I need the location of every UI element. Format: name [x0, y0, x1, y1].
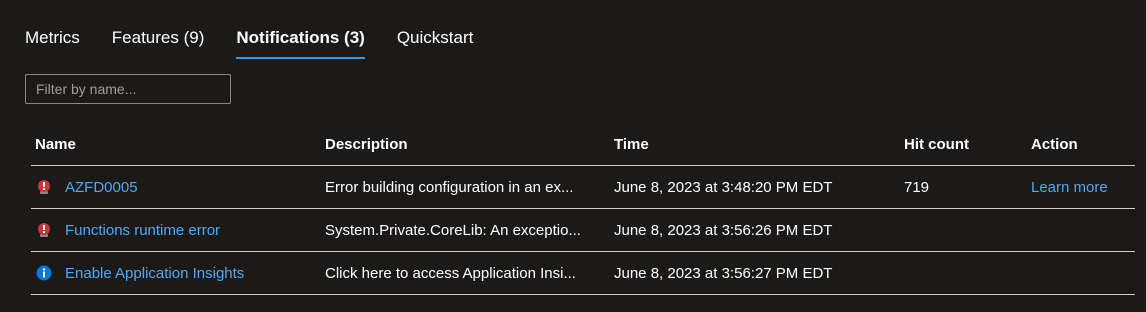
table-row[interactable]: Functions runtime error System.Private.C… [31, 209, 1135, 252]
column-header-time[interactable]: Time [610, 136, 900, 153]
time-cell: June 8, 2023 at 3:56:27 PM EDT [614, 264, 833, 282]
tab-metrics[interactable]: Metrics [25, 22, 80, 54]
table-header-row: Name Description Time Hit count Action [31, 124, 1135, 166]
error-badge-icon [36, 179, 52, 195]
notifications-panel: Metrics Features (9) Notifications (3) Q… [0, 0, 1146, 312]
filter-by-name-input[interactable] [25, 74, 231, 104]
learn-more-link[interactable]: Learn more [1027, 179, 1135, 196]
notifications-table: Name Description Time Hit count Action A… [31, 124, 1135, 295]
info-icon [36, 265, 52, 281]
tab-notifications[interactable]: Notifications (3) [236, 22, 365, 59]
description-cell: Click here to access Application Insi... [325, 264, 576, 282]
tab-bar: Metrics Features (9) Notifications (3) Q… [25, 22, 505, 60]
description-cell: System.Private.CoreLib: An exceptio... [325, 221, 581, 239]
time-cell: June 8, 2023 at 3:56:26 PM EDT [614, 221, 833, 239]
notification-name-link[interactable]: Functions runtime error [65, 222, 220, 239]
column-header-hit-count[interactable]: Hit count [900, 136, 1027, 153]
description-cell: Error building configuration in an ex... [325, 178, 574, 196]
table-row[interactable]: Enable Application Insights Click here t… [31, 252, 1135, 295]
time-cell: June 8, 2023 at 3:48:20 PM EDT [614, 178, 833, 196]
error-badge-icon [36, 222, 52, 238]
column-header-action: Action [1031, 136, 1078, 153]
column-header-name[interactable]: Name [31, 136, 321, 153]
name-cell: AZFD0005 [31, 179, 321, 196]
tab-features[interactable]: Features (9) [112, 22, 205, 54]
tab-quickstart[interactable]: Quickstart [397, 22, 474, 54]
notification-name-link[interactable]: AZFD0005 [65, 179, 138, 196]
notification-name-link[interactable]: Enable Application Insights [65, 265, 244, 282]
name-cell: Functions runtime error [31, 222, 321, 239]
table-row[interactable]: AZFD0005 Error building configuration in… [31, 166, 1135, 209]
name-cell: Enable Application Insights [31, 265, 321, 282]
column-header-description[interactable]: Description [321, 136, 610, 153]
hit-count-cell: 719 [904, 178, 930, 196]
